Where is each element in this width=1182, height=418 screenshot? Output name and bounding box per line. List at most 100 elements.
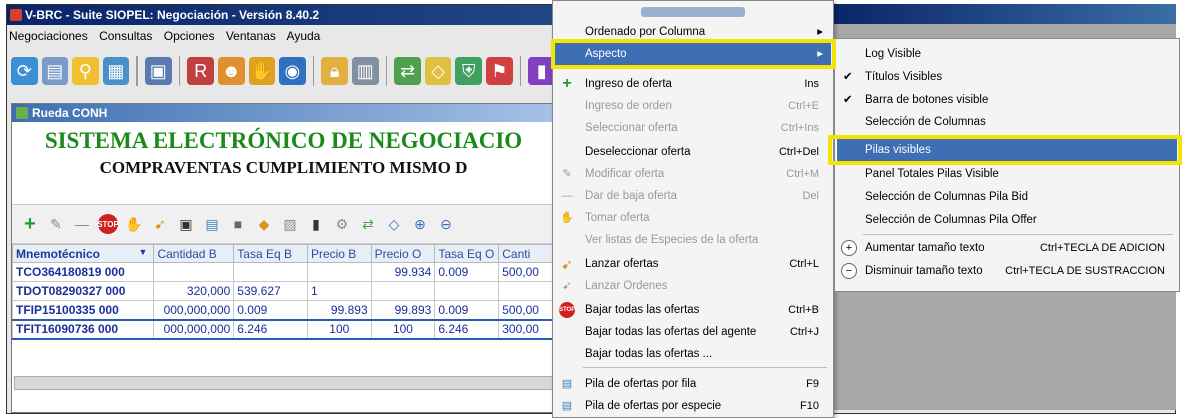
menu-item-lanzar[interactable]: ➹ Lanzar ofertas Ctrl+L xyxy=(555,253,831,275)
checkmark-icon: ✔ xyxy=(843,71,853,83)
menu-opciones[interactable]: Opciones xyxy=(164,29,215,43)
menu-item-aspecto[interactable]: Aspecto ▸ xyxy=(555,43,831,65)
menu-item-ingreso-orden[interactable]: Ingreso de orden Ctrl+E xyxy=(555,95,831,117)
rocket-icon[interactable]: ➹ xyxy=(150,214,170,234)
column-header[interactable]: Mnemotécnico ▼ xyxy=(11,244,155,263)
tag-icon[interactable]: ◇ xyxy=(424,57,452,85)
submenu-item-log-visible[interactable]: Log Visible xyxy=(837,43,1177,65)
image-icon[interactable]: ▨ xyxy=(280,214,300,234)
calculator-icon[interactable]: ▥ xyxy=(351,57,379,85)
column-header[interactable]: Canti xyxy=(498,244,555,263)
menu-negociaciones[interactable]: Negociaciones xyxy=(9,29,88,43)
menu-grip[interactable] xyxy=(641,7,745,17)
column-header[interactable]: Tasa Eq O xyxy=(434,244,500,263)
diamond-icon[interactable]: ◆ xyxy=(254,214,274,234)
submenu-item-columnas-offer[interactable]: Selección de Columnas Pila Offer xyxy=(837,209,1177,231)
stop-icon[interactable]: STOP xyxy=(97,214,119,234)
add-icon[interactable]: + xyxy=(20,213,40,235)
hand-icon[interactable]: ✋ xyxy=(124,214,144,234)
window-title: V-BRC - Suite SIOPEL: Negociación - Vers… xyxy=(25,8,320,22)
submenu-item-panel-totales[interactable]: Panel Totales Pilas Visible xyxy=(837,163,1177,185)
column-header[interactable]: Cantidad B xyxy=(153,244,235,263)
submenu-item-seleccion-columnas[interactable]: Selección de Columnas xyxy=(837,111,1177,133)
pencil-icon: ✎ xyxy=(562,168,572,180)
menu-divider xyxy=(583,367,827,368)
submenu-item-barra-botones[interactable]: ✔ Barra de botones visible xyxy=(837,89,1177,111)
app-icon xyxy=(10,9,22,21)
table-row-selected[interactable]: TFIT16090736 000 000,000,000 6.246 100 1… xyxy=(11,318,555,340)
stack-icon: ▤ xyxy=(561,400,573,412)
transfer-icon[interactable]: ⇄ xyxy=(394,57,421,85)
submenu-item-columnas-bid[interactable]: Selección de Columnas Pila Bid xyxy=(837,186,1177,208)
pencil-icon[interactable]: ✎ xyxy=(46,214,66,234)
column-header[interactable]: Precio B xyxy=(306,244,372,263)
grid-icon[interactable]: ▦ xyxy=(102,57,130,85)
zoom-out-icon: − xyxy=(841,263,857,279)
list-icon[interactable]: ▣ xyxy=(145,57,172,85)
transfer-icon[interactable]: ⇄ xyxy=(358,214,378,234)
table-cell xyxy=(153,262,235,282)
submenu-item-aumentar[interactable]: + Aumentar tamaño texto Ctrl+TECLA DE ADIC… xyxy=(837,237,1177,259)
main-toolbar: ⟳ ▤ ⚲ ▦ ▣ R ☻ ✋ ◉ 🔒︎ ▥ ⇄ ◇ ⛨ ⚑ ▮ xyxy=(7,49,555,93)
menu-consultas[interactable]: Consultas xyxy=(99,29,152,43)
menu-item-bajar-todas[interactable]: STOP Bajar todas las ofertas Ctrl+B xyxy=(555,299,831,321)
stack-icon[interactable]: ▤ xyxy=(202,214,222,234)
aspecto-submenu: Log Visible ✔ Títulos Visibles ✔ Barra de … xyxy=(834,38,1180,292)
refresh-icon[interactable]: ⟳ xyxy=(11,57,38,85)
menu-item-seleccionar[interactable]: Seleccionar oferta Ctrl+Ins xyxy=(555,117,831,139)
table-cell: 0.009 xyxy=(434,262,500,282)
banner-subtitle: COMPRAVENTAS CUMPLIMIENTO MISMO D xyxy=(99,158,468,177)
minus-icon[interactable]: — xyxy=(72,214,92,234)
menu-item-tomar[interactable]: ✋ Tomar oferta xyxy=(555,207,831,229)
table-cell xyxy=(498,281,555,301)
document-icon[interactable]: ▤ xyxy=(41,57,69,85)
banner-title: SISTEMA ELECTRÓNICO DE NEGOCIACIO xyxy=(44,128,523,153)
menu-item-bajar-agente[interactable]: Bajar todas las ofertas del agente Ctrl+J xyxy=(555,321,831,343)
lock-icon[interactable]: 🔒︎ xyxy=(321,57,348,85)
tag-icon[interactable]: ◇ xyxy=(384,214,404,234)
menu-ventanas[interactable]: Ventanas xyxy=(226,29,276,43)
table-cell: TDOT08290327 000 xyxy=(11,281,155,301)
rueda-title: Rueda CONH xyxy=(32,106,108,120)
menu-item-bajar-todas-dots[interactable]: Bajar todas las ofertas ... xyxy=(555,343,831,365)
bar-chart-icon[interactable]: ▮ xyxy=(306,214,326,234)
menu-item-lanzar-ordenes[interactable]: ➹ Lanzar Ordenes xyxy=(555,275,831,297)
menu-item-ordenado[interactable]: Ordenado por Columna ▸ xyxy=(555,21,831,43)
menu-item-pila-fila[interactable]: ▤ Pila de ofertas por fila F9 xyxy=(555,373,831,395)
table-row[interactable]: TCO364180819 000 99.934 0.009 500,00 xyxy=(11,262,555,282)
report-icon[interactable]: R xyxy=(187,57,214,85)
users-icon[interactable]: ☻ xyxy=(217,57,245,85)
menu-item-pila-especie[interactable]: ▤ Pila de ofertas por especie F10 xyxy=(555,395,831,417)
menu-item-dar-baja[interactable]: — Dar de baja oferta Del xyxy=(555,185,831,207)
square-icon[interactable]: ■ xyxy=(228,214,248,234)
menu-ayuda[interactable]: Ayuda xyxy=(287,29,321,43)
stop-icon: STOP xyxy=(559,302,575,318)
rocket-icon: ➹ xyxy=(562,280,572,292)
column-header[interactable]: Precio O xyxy=(370,244,436,263)
table-row[interactable]: TFIP15100335 000 000,000,000 0.009 99.89… xyxy=(11,300,555,320)
table-row[interactable]: TDOT08290327 000 320,000 539.627 1 xyxy=(11,281,555,301)
horizontal-scrollbar[interactable] xyxy=(14,376,554,390)
table-cell: 100 xyxy=(306,318,372,340)
column-header[interactable]: Tasa Eq B xyxy=(233,244,308,263)
chart-icon[interactable]: ▮ xyxy=(528,57,555,85)
menubar: Negociaciones Consultas Opciones Ventana… xyxy=(7,27,555,45)
globe-icon[interactable]: ◉ xyxy=(279,57,306,85)
hand-icon[interactable]: ✋ xyxy=(248,57,276,85)
shield-icon[interactable]: ⛨ xyxy=(455,57,482,85)
submenu-item-titulos[interactable]: ✔ Títulos Visibles xyxy=(837,66,1177,88)
zoom-out-icon[interactable]: ⊖ xyxy=(436,214,456,234)
menu-item-ingreso-oferta[interactable]: + Ingreso de oferta Ins xyxy=(555,73,831,95)
rueda-toolbar: + ✎ — STOP ✋ ➹ ▣ ▤ ■ ◆ ▨ ▮ ⚙ ⇄ ◇ ⊕ ⊖ xyxy=(12,204,555,244)
save-icon[interactable]: ▣ xyxy=(176,214,196,234)
settings-icon[interactable]: ⚙ xyxy=(332,214,352,234)
menu-item-ver-listas[interactable]: Ver listas de Especies de la oferta xyxy=(555,229,831,251)
menu-item-deseleccionar[interactable]: Deseleccionar oferta Ctrl+Del xyxy=(555,141,831,163)
submenu-item-pilas-visibles[interactable]: Pilas visibles xyxy=(837,139,1177,161)
toolbar-separator xyxy=(519,56,522,86)
search-icon[interactable]: ⚲ xyxy=(72,57,99,85)
flag-icon[interactable]: ⚑ xyxy=(486,57,513,85)
zoom-in-icon[interactable]: ⊕ xyxy=(410,214,430,234)
submenu-item-disminuir[interactable]: − Disminuir tamaño texto Ctrl+TECLA DE SUS… xyxy=(837,260,1177,282)
menu-item-modificar[interactable]: ✎ Modificar oferta Ctrl+M xyxy=(555,163,831,185)
